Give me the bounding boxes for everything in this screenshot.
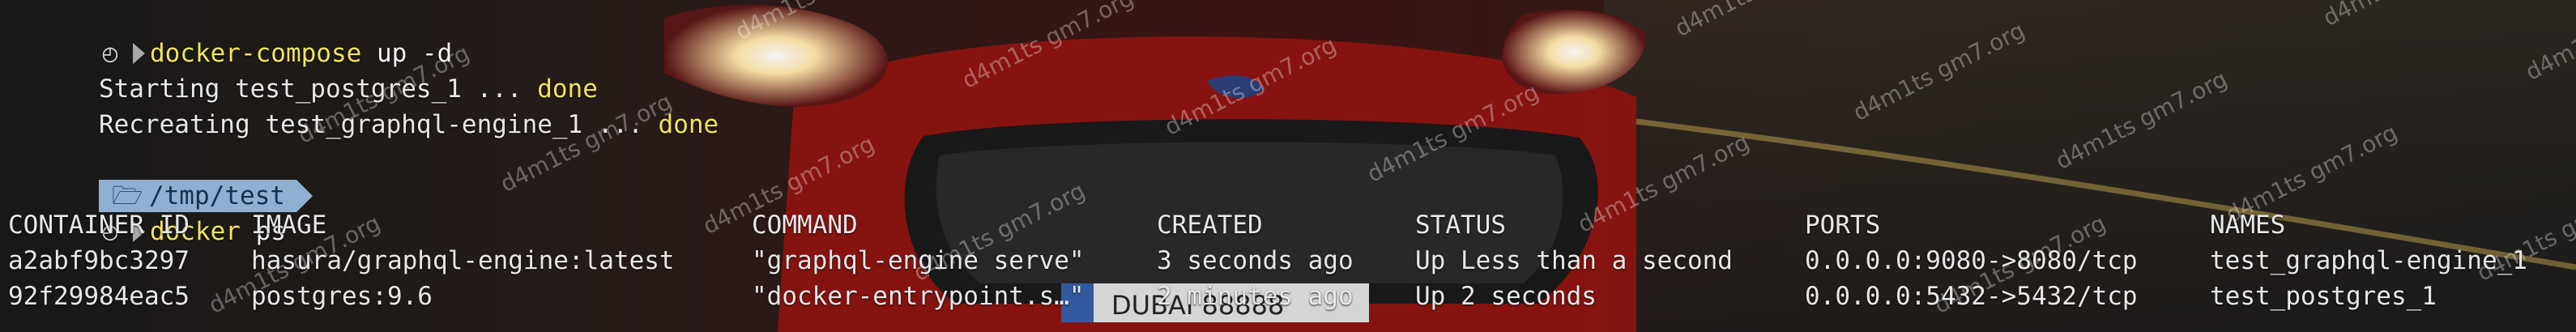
table-cell: test_postgres_1	[2210, 282, 2437, 311]
table-cell: 0.0.0.0:5432->5432/tcp	[1805, 282, 2138, 311]
table-row: a2abf9bc3297 hasura/graphql-engine:lates…	[8, 243, 2568, 279]
path-prompt-line: 🗁/tmp/test	[8, 143, 2568, 212]
terminal-screen[interactable]: DUBAI 88888 d4m1ts gm7.org d4m1ts gm7.or…	[0, 0, 2576, 332]
table-cell: 92f29984eac5	[8, 282, 190, 311]
table-cell: "docker-entrypoint.s…"	[752, 282, 1085, 311]
table-header-cell: IMAGE	[251, 211, 327, 240]
table-header-cell: NAMES	[2210, 211, 2286, 240]
table-cell: "graphql-engine serve"	[752, 246, 1085, 275]
table-cell: 0.0.0.0:9080->8080/tcp	[1805, 246, 2138, 275]
table-cell: hasura/graphql-engine:latest	[251, 246, 675, 275]
table-header-cell: STATUS	[1415, 211, 1506, 240]
table-cell: postgres:9.6	[251, 282, 433, 311]
table-cell: Up Less than a second	[1415, 246, 1733, 275]
compose-output-line: Recreating test_graphql-engine_1 ... don…	[8, 71, 2568, 139]
table-header-cell: COMMAND	[752, 211, 858, 240]
table-header-cell: CREATED	[1157, 211, 1263, 240]
table-header-cell: CONTAINER ID	[8, 211, 190, 240]
table-cell: Up 2 seconds	[1415, 282, 1597, 311]
compose-output-line: Starting test_postgres_1 ... done	[8, 36, 2568, 104]
docker-ps-table: CONTAINER ID IMAGE COMMAND CREATED STATU…	[8, 207, 2568, 314]
table-row: 92f29984eac5 postgres:9.6 "docker-entryp…	[8, 279, 2568, 314]
table-cell: 3 seconds ago	[1157, 246, 1354, 275]
table-header-cell: PORTS	[1805, 211, 1881, 240]
compose-command-line: ◴ docker-compose up -d	[8, 0, 2568, 68]
table-cell: test_graphql-engine_1	[2210, 246, 2527, 275]
table-header-row: CONTAINER ID IMAGE COMMAND CREATED STATU…	[8, 207, 2568, 243]
table-cell: a2abf9bc3297	[8, 246, 190, 275]
terminal-output[interactable]: ◴ docker-compose up -d Starting test_pos…	[8, 0, 2568, 311]
table-cell: 2 minutes ago	[1157, 282, 1354, 311]
